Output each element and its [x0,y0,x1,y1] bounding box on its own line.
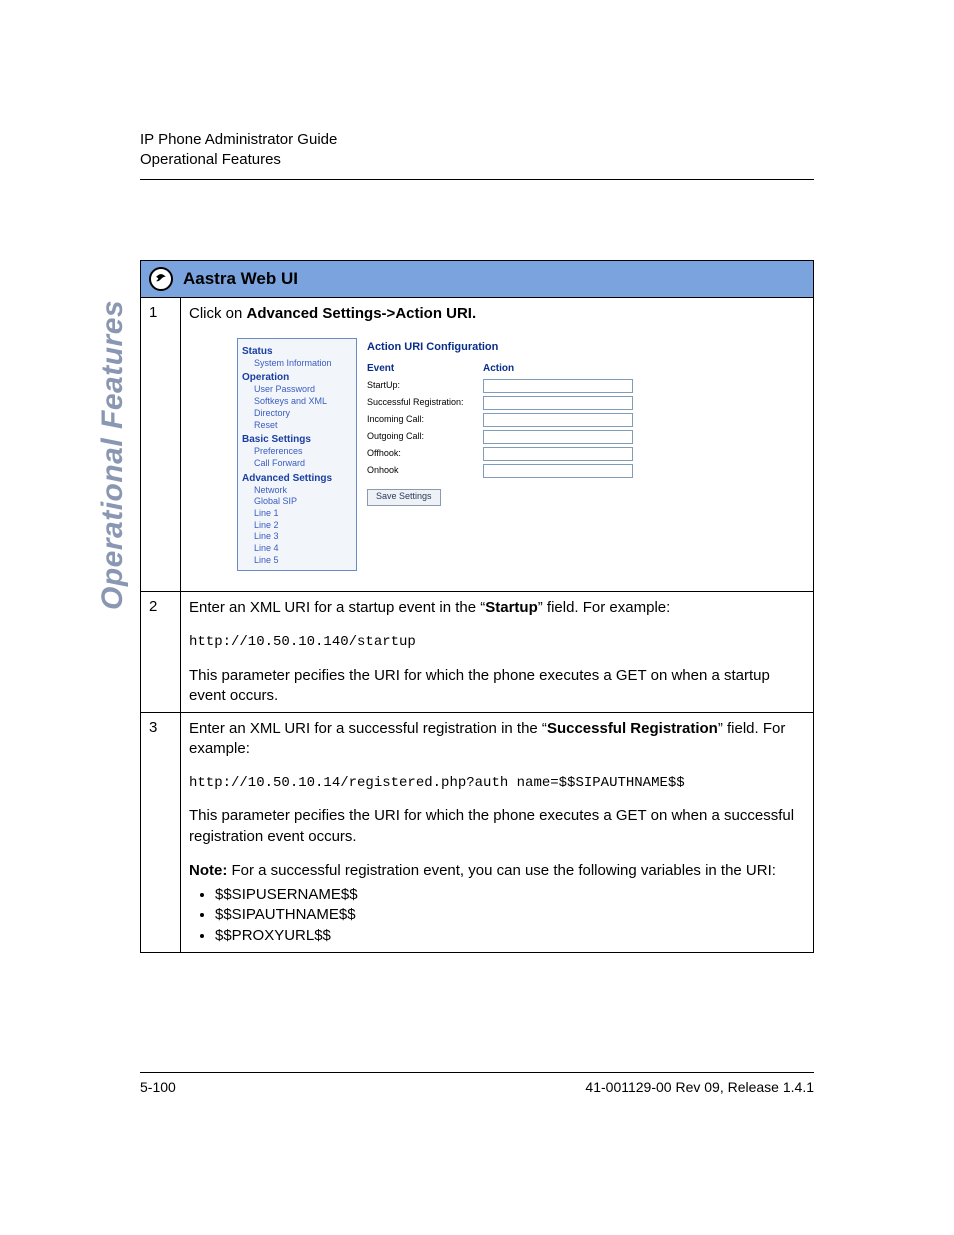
incoming-call-input[interactable] [483,413,633,427]
startup-input[interactable] [483,379,633,393]
sidebar-heading-status: Status [242,345,356,358]
column-header-action: Action [483,362,514,375]
sidebar-item-preferences[interactable]: Preferences [254,446,356,458]
step-number: 3 [141,713,181,953]
footer-doc-id: 41-001129-00 Rev 09, Release 1.4.1 [585,1079,814,1095]
sidebar-item-call-forward[interactable]: Call Forward [254,458,356,470]
row-label-startup: StartUp: [367,380,483,392]
sidebar-item-reset[interactable]: Reset [254,420,356,432]
row-label-onhook: Onhook [367,465,483,477]
step-3-var-list: $$SIPUSERNAME$$ $$SIPAUTHNAME$$ $$PROXYU… [195,885,805,946]
table-row: 2 Enter an XML URI for a startup event i… [141,592,814,713]
column-header-event: Event [367,362,483,375]
onhook-input[interactable] [483,464,633,478]
page-footer: 5-100 41-001129-00 Rev 09, Release 1.4.1 [140,1072,814,1095]
table-title-row: Aastra Web UI [141,260,814,297]
footer-page-number: 5-100 [140,1079,176,1095]
webui-screenshot: Status System Information Operation User… [237,338,757,572]
successful-registration-input[interactable] [483,396,633,410]
instruction-table: Aastra Web UI 1 Click on Advanced Settin… [140,260,814,953]
table-row: 3 Enter an XML URI for a successful regi… [141,713,814,953]
table-row: 1 Click on Advanced Settings->Action URI… [141,297,814,592]
sidebar-item-directory[interactable]: Directory [254,408,356,420]
row-label-offhook: Offhook: [367,448,483,460]
webui-main-panel: Action URI Configuration Event Action St… [357,338,757,572]
row-label-incoming-call: Incoming Call: [367,414,483,426]
step-number: 1 [141,297,181,592]
table-title: Aastra Web UI [183,269,298,289]
outgoing-call-input[interactable] [483,430,633,444]
step-3-line-1: Enter an XML URI for a successful regist… [189,719,805,760]
side-section-label: Operational Features [96,299,130,609]
sidebar-heading-operation: Operation [242,371,356,384]
step-2-code: http://10.50.10.140/startup [189,633,805,652]
sidebar-item-line-4[interactable]: Line 4 [254,543,356,555]
panel-title: Action URI Configuration [367,340,751,354]
sidebar-heading-basic: Basic Settings [242,433,356,446]
sidebar-item-system-information[interactable]: System Information [254,358,356,370]
header-title: IP Phone Administrator Guide [140,130,814,150]
step-2-line-1: Enter an XML URI for a startup event in … [189,598,805,618]
sidebar-item-line-2[interactable]: Line 2 [254,520,356,532]
sidebar-item-line-1[interactable]: Line 1 [254,508,356,520]
page-header: IP Phone Administrator Guide Operational… [140,130,814,180]
step-2-line-2: This parameter pecifies the URI for whic… [189,666,805,707]
webui-sidebar: Status System Information Operation User… [237,338,357,572]
sidebar-item-global-sip[interactable]: Global SIP [254,496,356,508]
sidebar-item-user-password[interactable]: User Password [254,384,356,396]
list-item: $$PROXYURL$$ [215,926,805,946]
sidebar-heading-advanced: Advanced Settings [242,472,356,485]
step-number: 2 [141,592,181,713]
step-3-line-2: This parameter pecifies the URI for whic… [189,806,805,847]
step-1-text: Click on Advanced Settings->Action URI. [189,304,805,324]
header-rule [140,179,814,180]
step-3-code: http://10.50.10.14/registered.php?auth n… [189,774,805,793]
save-settings-button[interactable]: Save Settings [367,489,441,506]
list-item: $$SIPUSERNAME$$ [215,885,805,905]
row-label-outgoing-call: Outgoing Call: [367,431,483,443]
brand-logo-icon [149,267,173,291]
sidebar-item-line-5[interactable]: Line 5 [254,555,356,567]
sidebar-item-line-3[interactable]: Line 3 [254,531,356,543]
offhook-input[interactable] [483,447,633,461]
sidebar-item-softkeys-xml[interactable]: Softkeys and XML [254,396,356,408]
sidebar-item-network[interactable]: Network [254,485,356,497]
step-3-note: Note: For a successful registration even… [189,861,805,881]
footer-rule [140,1072,814,1073]
header-subtitle: Operational Features [140,150,814,170]
row-label-successful-registration: Successful Registration: [367,397,483,409]
list-item: $$SIPAUTHNAME$$ [215,905,805,925]
